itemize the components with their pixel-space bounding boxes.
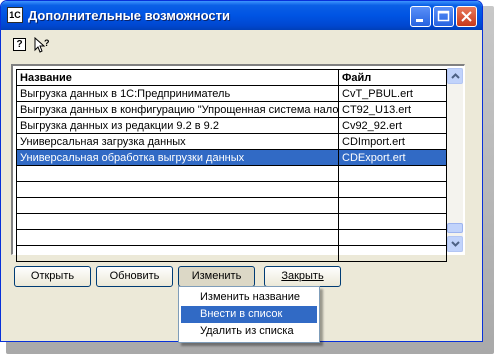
table-row[interactable]: Универсальная загрузка данных CDImport.e… [16, 133, 447, 150]
cell-empty [16, 197, 339, 214]
cell-file: CT92_U13.ert [338, 101, 447, 118]
app-icon: 1С [7, 7, 23, 23]
cell-name: Выгрузка данных в 1С:Предприниматель [16, 85, 339, 102]
cell-name: Универсальная обработка выгрузки данных [16, 149, 339, 166]
whats-this-icon[interactable]: ? [34, 37, 52, 54]
cell-empty [338, 245, 447, 262]
cell-name: Универсальная загрузка данных [16, 133, 339, 150]
table-row[interactable]: Выгрузка данных в 1С:Предприниматель CvT… [16, 85, 447, 102]
minimize-button[interactable] [410, 6, 431, 27]
chevron-up-icon [451, 73, 460, 79]
window-title: Дополнительные возможности [28, 8, 230, 23]
svg-text:?: ? [44, 38, 50, 48]
cell-file: CvT_PBUL.ert [338, 85, 447, 102]
maximize-button[interactable] [433, 6, 454, 27]
menu-item-remove-from-list[interactable]: Удалить из списка [181, 323, 317, 340]
maximize-icon [437, 10, 450, 22]
close-button-label: Закрыть [281, 270, 324, 282]
table-row-selected[interactable]: Универсальная обработка выгрузки данных … [16, 149, 447, 166]
cell-empty [16, 181, 339, 198]
table-row-empty[interactable] [16, 197, 447, 214]
menu-item-add-to-list[interactable]: Внести в список [181, 306, 317, 323]
table-header-row: Название Файл [16, 69, 447, 86]
menu-item-rename[interactable]: Изменить название [181, 289, 317, 306]
cell-empty [338, 197, 447, 214]
table-row[interactable]: Выгрузка данных в конфигурацию "Упрощенн… [16, 101, 447, 118]
scroll-up-button[interactable] [447, 68, 463, 84]
title-bar[interactable]: 1С Дополнительные возможности [1, 1, 482, 30]
chevron-down-icon [451, 241, 460, 247]
table-row-empty[interactable] [16, 229, 447, 246]
close-window-button[interactable] [456, 6, 477, 27]
edit-button[interactable]: Изменить [178, 266, 255, 287]
help-icon[interactable]: ? [13, 38, 26, 51]
column-header-file[interactable]: Файл [338, 69, 447, 86]
vertical-scrollbar[interactable] [447, 68, 463, 252]
table-row-empty[interactable] [16, 165, 447, 182]
cell-name: Выгрузка данных из редакции 9.2 в 9.2 [16, 117, 339, 134]
scrollbar-thumb[interactable] [447, 223, 463, 233]
close-button[interactable]: Закрыть [264, 266, 341, 287]
cell-empty [16, 213, 339, 230]
files-table-frame: Название Файл Выгрузка данных в 1С:Предп… [11, 64, 465, 262]
table-row-empty[interactable] [16, 181, 447, 198]
table-row-empty[interactable] [16, 245, 447, 262]
scroll-down-button[interactable] [447, 236, 463, 252]
cell-name: Выгрузка данных в конфигурацию "Упрощенн… [16, 101, 339, 118]
cell-empty [16, 165, 339, 182]
cell-file: Cv92_92.ert [338, 117, 447, 134]
table-row[interactable]: Выгрузка данных из редакции 9.2 в 9.2 Cv… [16, 117, 447, 134]
cell-empty [16, 229, 339, 246]
table-row-empty[interactable] [16, 213, 447, 230]
edit-dropdown-menu: Изменить название Внести в список Удалит… [178, 286, 320, 343]
cell-empty [338, 229, 447, 246]
cell-empty [338, 213, 447, 230]
cell-file: CDExport.ert [338, 149, 447, 166]
close-icon [461, 11, 472, 22]
cell-empty [338, 165, 447, 182]
minimize-icon [416, 19, 423, 22]
cell-file: CDImport.ert [338, 133, 447, 150]
column-header-name[interactable]: Название [16, 69, 339, 86]
files-table: Название Файл Выгрузка данных в 1С:Предп… [16, 69, 447, 262]
cell-empty [16, 245, 339, 262]
refresh-button[interactable]: Обновить [96, 266, 173, 287]
cell-empty [338, 181, 447, 198]
open-button[interactable]: Открыть [14, 266, 91, 287]
